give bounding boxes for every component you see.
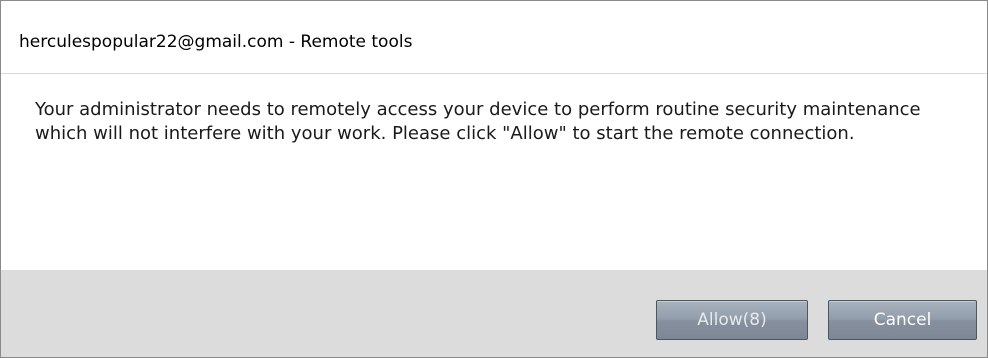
- cancel-button[interactable]: Cancel: [828, 300, 977, 340]
- dialog-content: Your administrator needs to remotely acc…: [1, 73, 987, 270]
- dialog-title: herculespopular22@gmail.com - Remote too…: [19, 32, 413, 52]
- allow-button[interactable]: Allow(8): [656, 300, 808, 340]
- dialog-button-bar: Allow(8) Cancel: [1, 270, 987, 357]
- dialog-message: Your administrator needs to remotely acc…: [35, 99, 921, 144]
- remote-tools-dialog: herculespopular22@gmail.com - Remote too…: [0, 0, 988, 358]
- dialog-title-bar[interactable]: herculespopular22@gmail.com - Remote too…: [1, 1, 987, 73]
